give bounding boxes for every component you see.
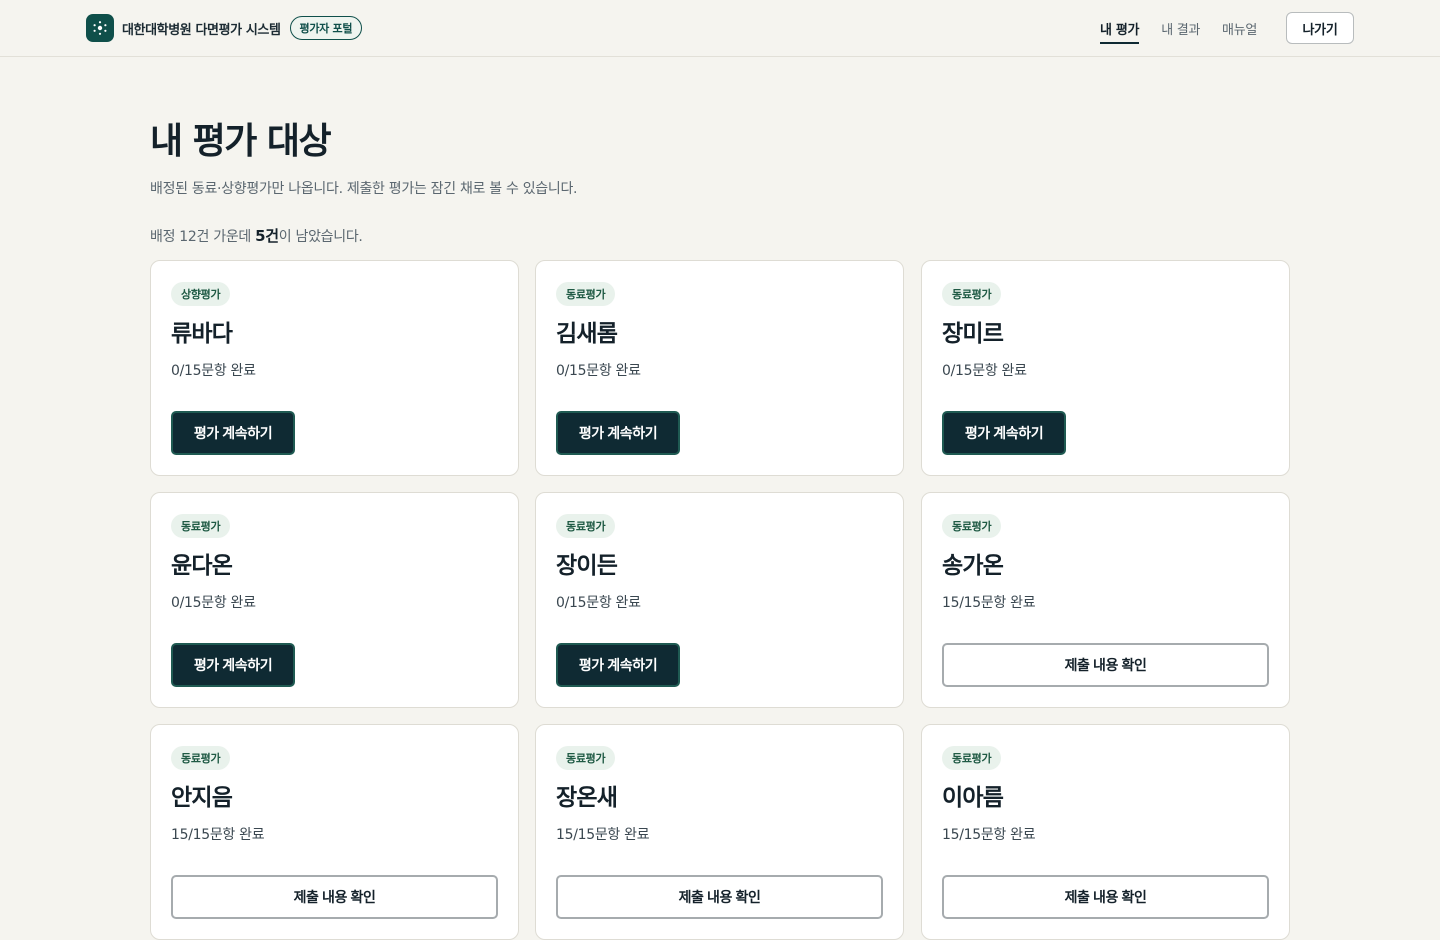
page-title: 내 평가 대상 bbox=[150, 121, 332, 162]
evaluation-card: 동료평가 장온새 15/15문항 완료 제출 내용 확인 bbox=[535, 724, 904, 940]
assignment-summary: 배정 12건 가운데 5건이 남았습니다. bbox=[150, 225, 363, 246]
evaluation-type-badge: 동료평가 bbox=[171, 746, 231, 770]
evaluation-type-badge: 상향평가 bbox=[171, 282, 231, 306]
evaluation-card: 동료평가 안지음 15/15문항 완료 제출 내용 확인 bbox=[150, 724, 519, 940]
exit-button[interactable]: 나가기 bbox=[1286, 12, 1354, 44]
summary-prefix: 배정 12건 가운데 bbox=[150, 229, 256, 245]
molecule-logo-icon bbox=[86, 14, 114, 42]
progress-text: 15/15문항 완료 bbox=[942, 595, 1036, 611]
evaluation-card: 동료평가 장이든 0/15문항 완료 평가 계속하기 bbox=[535, 492, 904, 708]
view-submission-button[interactable]: 제출 내용 확인 bbox=[556, 875, 883, 919]
evaluation-card: 동료평가 윤다온 0/15문항 완료 평가 계속하기 bbox=[150, 492, 519, 708]
evaluatee-name: 김새롬 bbox=[556, 321, 618, 347]
view-submission-button[interactable]: 제출 내용 확인 bbox=[171, 875, 498, 919]
continue-evaluation-button[interactable]: 평가 계속하기 bbox=[556, 643, 680, 687]
continue-evaluation-button[interactable]: 평가 계속하기 bbox=[171, 643, 295, 687]
evaluatee-name: 송가온 bbox=[942, 553, 1004, 579]
evaluation-type-badge: 동료평가 bbox=[171, 514, 231, 538]
evaluation-type-badge: 동료평가 bbox=[942, 746, 1002, 770]
progress-text: 15/15문항 완료 bbox=[556, 827, 650, 843]
progress-text: 15/15문항 완료 bbox=[942, 827, 1036, 843]
summary-suffix: 이 남았습니다. bbox=[278, 229, 363, 245]
view-submission-button[interactable]: 제출 내용 확인 bbox=[942, 875, 1269, 919]
evaluation-type-badge: 동료평가 bbox=[942, 282, 1002, 306]
continue-evaluation-button[interactable]: 평가 계속하기 bbox=[556, 411, 680, 455]
portal-badge: 평가자 포털 bbox=[289, 16, 363, 40]
evaluation-type-badge: 동료평가 bbox=[556, 746, 616, 770]
progress-text: 0/15문항 완료 bbox=[556, 363, 641, 379]
evaluation-type-badge: 동료평가 bbox=[556, 514, 616, 538]
evaluatee-name: 윤다온 bbox=[171, 553, 233, 579]
evaluation-card: 동료평가 장미르 0/15문항 완료 평가 계속하기 bbox=[921, 260, 1290, 476]
evaluatee-name: 안지음 bbox=[171, 785, 233, 811]
progress-text: 0/15문항 완료 bbox=[171, 595, 256, 611]
evaluatee-name: 류바다 bbox=[171, 321, 233, 347]
progress-text: 0/15문항 완료 bbox=[556, 595, 641, 611]
summary-remaining-count: 5건 bbox=[255, 227, 279, 245]
evaluatee-name: 장온새 bbox=[556, 785, 618, 811]
evaluation-card: 동료평가 송가온 15/15문항 완료 제출 내용 확인 bbox=[921, 492, 1290, 708]
main-nav: 내 평가 내 결과 매뉴얼 bbox=[1100, 0, 1279, 57]
evaluation-type-badge: 동료평가 bbox=[556, 282, 616, 306]
progress-text: 0/15문항 완료 bbox=[942, 363, 1027, 379]
evaluation-card: 동료평가 이아름 15/15문항 완료 제출 내용 확인 bbox=[921, 724, 1290, 940]
evaluatee-name: 이아름 bbox=[942, 785, 1004, 811]
progress-text: 0/15문항 완료 bbox=[171, 363, 256, 379]
progress-text: 15/15문항 완료 bbox=[171, 827, 265, 843]
nav-manual[interactable]: 매뉴얼 bbox=[1222, 0, 1257, 57]
continue-evaluation-button[interactable]: 평가 계속하기 bbox=[171, 411, 295, 455]
page-description: 배정된 동료·상향평가만 나옵니다. 제출한 평가는 잠긴 채로 볼 수 있습니… bbox=[150, 181, 578, 197]
evaluation-type-badge: 동료평가 bbox=[942, 514, 1002, 538]
evaluatee-name: 장이든 bbox=[556, 553, 618, 579]
evaluatee-name: 장미르 bbox=[942, 321, 1004, 347]
brand-title: 대한대학병원 다면평가 시스템 bbox=[122, 22, 281, 38]
view-submission-button[interactable]: 제출 내용 확인 bbox=[942, 643, 1269, 687]
continue-evaluation-button[interactable]: 평가 계속하기 bbox=[942, 411, 1066, 455]
evaluation-card: 동료평가 김새롬 0/15문항 완료 평가 계속하기 bbox=[535, 260, 904, 476]
nav-my-results[interactable]: 내 결과 bbox=[1161, 0, 1200, 57]
nav-my-evaluations[interactable]: 내 평가 bbox=[1100, 0, 1140, 57]
brand[interactable]: 대한대학병원 다면평가 시스템 평가자 포털 bbox=[86, 14, 363, 42]
evaluation-card: 상향평가 류바다 0/15문항 완료 평가 계속하기 bbox=[150, 260, 519, 476]
top-bar: 대한대학병원 다면평가 시스템 평가자 포털 내 평가 내 결과 매뉴얼 나가기 bbox=[0, 0, 1440, 57]
